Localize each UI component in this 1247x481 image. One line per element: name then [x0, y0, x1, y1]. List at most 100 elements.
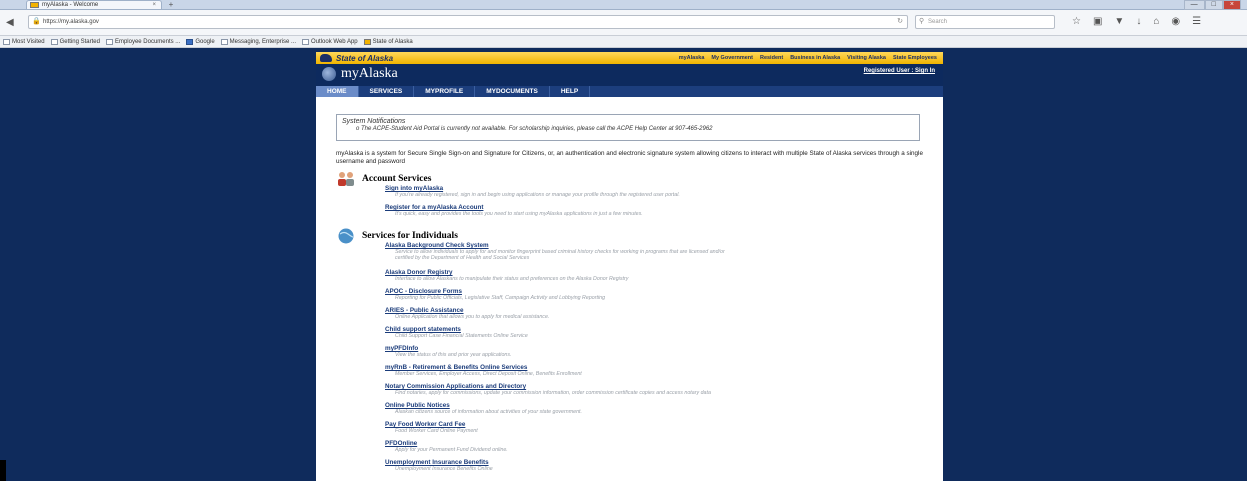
home-icon[interactable]: ⌂ — [1153, 16, 1159, 27]
nav-myprofile[interactable]: MYPROFILE — [414, 86, 476, 97]
service-item: Notary Commission Applications and Direc… — [385, 383, 711, 396]
browser-tab-bar: myAlaska - Welcome × + — □ × — [0, 0, 1247, 10]
minimize-button[interactable]: — — [1183, 0, 1205, 10]
nav-mydocuments[interactable]: MYDOCUMENTS — [475, 86, 550, 97]
alaska-favicon-icon — [30, 2, 39, 8]
account-services-title: Account Services — [362, 174, 432, 184]
bookmarks-toolbar: Most Visited Getting Started Employee Do… — [0, 36, 1247, 48]
back-arrow-icon[interactable]: ◀ — [6, 17, 14, 28]
reading-list-icon[interactable]: ▣ — [1093, 16, 1102, 27]
service-item: Unemployment Insurance Benefits Unemploy… — [385, 459, 493, 472]
service-item: Child support statements Child Support C… — [385, 326, 528, 339]
account-services-section: Account Services Sign into myAlaska If y… — [336, 171, 926, 221]
service-link[interactable]: Online Public Notices — [385, 402, 582, 409]
nav-help[interactable]: HELP — [550, 86, 591, 97]
service-link[interactable]: Alaska Donor Registry — [385, 269, 628, 276]
window-controls: — □ × — [1183, 0, 1241, 10]
service-link[interactable]: myPFDInfo — [385, 345, 512, 352]
service-item: Pay Food Worker Card Fee Food Worker Car… — [385, 421, 478, 434]
service-link[interactable]: APOC - Disclosure Forms — [385, 288, 605, 295]
service-link[interactable]: Unemployment Insurance Benefits — [385, 459, 493, 466]
service-item: Online Public Notices Alaskan citizens s… — [385, 402, 582, 415]
system-notifications: System Notifications o The ACPE-Student … — [336, 114, 920, 141]
service-item: PFDOnline Apply for your Permanent Fund … — [385, 440, 508, 453]
service-link[interactable]: ARIES - Public Assistance — [385, 307, 549, 314]
bookmark-most-visited[interactable]: Most Visited — [3, 38, 45, 45]
pocket-icon[interactable]: ▼ — [1114, 16, 1124, 27]
page-icon — [50, 38, 58, 45]
toplink-my-government[interactable]: My Government — [711, 55, 753, 61]
service-item: myRnB - Retirement & Benefits Online Ser… — [385, 364, 582, 377]
service-link[interactable]: Pay Food Worker Card Fee — [385, 421, 478, 428]
toplink-business[interactable]: Business in Alaska — [790, 55, 840, 61]
service-item: Alaska Donor Registry Interface to allow… — [385, 269, 628, 282]
toolbar-icons: ☆ ▣ ▼ ↓ ⌂ ◉ ☰ — [1072, 16, 1201, 27]
close-window-button[interactable]: × — [1222, 0, 1241, 10]
service-description: Apply for your Permanent Fund Dividend o… — [395, 447, 508, 453]
reload-icon[interactable]: ↻ — [897, 16, 903, 28]
folder-icon — [3, 38, 10, 45]
service-item: Sign into myAlaska If you're already reg… — [385, 185, 680, 198]
service-description-cont: certified by the Department of Health an… — [395, 255, 530, 261]
service-item: APOC - Disclosure Forms Reporting for Pu… — [385, 288, 605, 301]
site-title[interactable]: myAlaska — [322, 66, 398, 82]
sync-icon[interactable]: ◉ — [1171, 16, 1180, 27]
service-description: View the status of this and prior year a… — [395, 352, 512, 358]
new-tab-button[interactable]: + — [164, 0, 178, 9]
bookmark-employee-documents[interactable]: Employee Documents ... — [105, 38, 180, 45]
menu-icon[interactable]: ☰ — [1192, 16, 1201, 27]
bookmark-state-of-alaska[interactable]: State of Alaska — [363, 38, 413, 45]
nav-home[interactable]: HOME — [316, 86, 359, 97]
service-description: Member Services, Employer Access, Direct… — [395, 371, 582, 377]
page-icon — [220, 38, 228, 45]
url-text: https://my.alaska.gov — [43, 19, 99, 25]
site-header: myAlaska Registered User : Sign In — [316, 64, 943, 86]
service-link[interactable]: PFDOnline — [385, 440, 508, 447]
bookmark-messaging[interactable]: Messaging, Enterprise ... — [220, 38, 296, 45]
service-link[interactable]: Alaska Background Check System — [385, 242, 725, 249]
globe-icon — [322, 67, 336, 81]
globe-people-icon — [338, 228, 354, 244]
service-description: Food Worker Card Online Payment — [395, 428, 478, 434]
google-icon — [186, 38, 194, 45]
service-description: Reporting for Public Officials, Legislat… — [395, 295, 606, 301]
top-links: myAlaska My Government Resident Business… — [679, 52, 937, 64]
bookmark-getting-started[interactable]: Getting Started — [50, 38, 100, 45]
service-description: Child Support Case Financial Statements … — [395, 333, 528, 339]
nav-services[interactable]: SERVICES — [359, 86, 415, 97]
service-item: myPFDInfo View the status of this and pr… — [385, 345, 512, 358]
service-link[interactable]: Child support statements — [385, 326, 528, 333]
url-bar[interactable]: 🔒 https://my.alaska.gov ↻ — [28, 15, 908, 29]
tab-close-icon[interactable]: × — [152, 2, 156, 8]
sign-in-link[interactable]: Registered User : Sign In — [864, 68, 935, 74]
notification-message: o The ACPE-Student Aid Portal is current… — [356, 126, 713, 132]
tab-title: myAlaska - Welcome — [42, 2, 99, 8]
toplink-state-employees[interactable]: State Employees — [893, 55, 937, 61]
service-link[interactable]: Sign into myAlaska — [385, 185, 680, 192]
main-nav: HOME SERVICES MYPROFILE MYDOCUMENTS HELP — [316, 86, 943, 97]
service-link[interactable]: Notary Commission Applications and Direc… — [385, 383, 711, 390]
toplink-visiting[interactable]: Visiting Alaska — [847, 55, 886, 61]
download-icon[interactable]: ↓ — [1136, 16, 1141, 27]
bookmark-star-icon[interactable]: ☆ — [1072, 16, 1081, 27]
bookmark-outlook[interactable]: Outlook Web App — [302, 38, 358, 45]
state-header-bar: State of Alaska myAlaska My Government R… — [316, 52, 943, 64]
maximize-button[interactable]: □ — [1204, 0, 1223, 10]
individual-services-title: Services for Individuals — [362, 231, 458, 241]
service-description: If you're already registered, sign in an… — [395, 192, 680, 198]
lock-icon: 🔒 — [32, 18, 41, 25]
page-icon — [105, 38, 113, 45]
browser-tab[interactable]: myAlaska - Welcome × — [26, 0, 162, 9]
bookmark-google[interactable]: Google — [186, 38, 215, 45]
window-edge — [0, 460, 6, 481]
toplink-resident[interactable]: Resident — [760, 55, 783, 61]
service-link[interactable]: Register for a myAlaska Account — [385, 204, 643, 211]
state-of-alaska-logo[interactable]: State of Alaska — [320, 52, 393, 64]
service-link[interactable]: myRnB - Retirement & Benefits Online Ser… — [385, 364, 582, 371]
page-icon — [302, 38, 310, 45]
service-description: Alaskan citizens source of information a… — [395, 409, 582, 415]
service-description: Unemployment Insurance Benefits Online — [395, 466, 493, 472]
toplink-myalaska[interactable]: myAlaska — [679, 55, 705, 61]
browser-toolbar: ◀ 🔒 https://my.alaska.gov ↻ ⚲ Search ☆ ▣… — [0, 10, 1247, 36]
search-input[interactable]: ⚲ Search — [915, 15, 1055, 29]
